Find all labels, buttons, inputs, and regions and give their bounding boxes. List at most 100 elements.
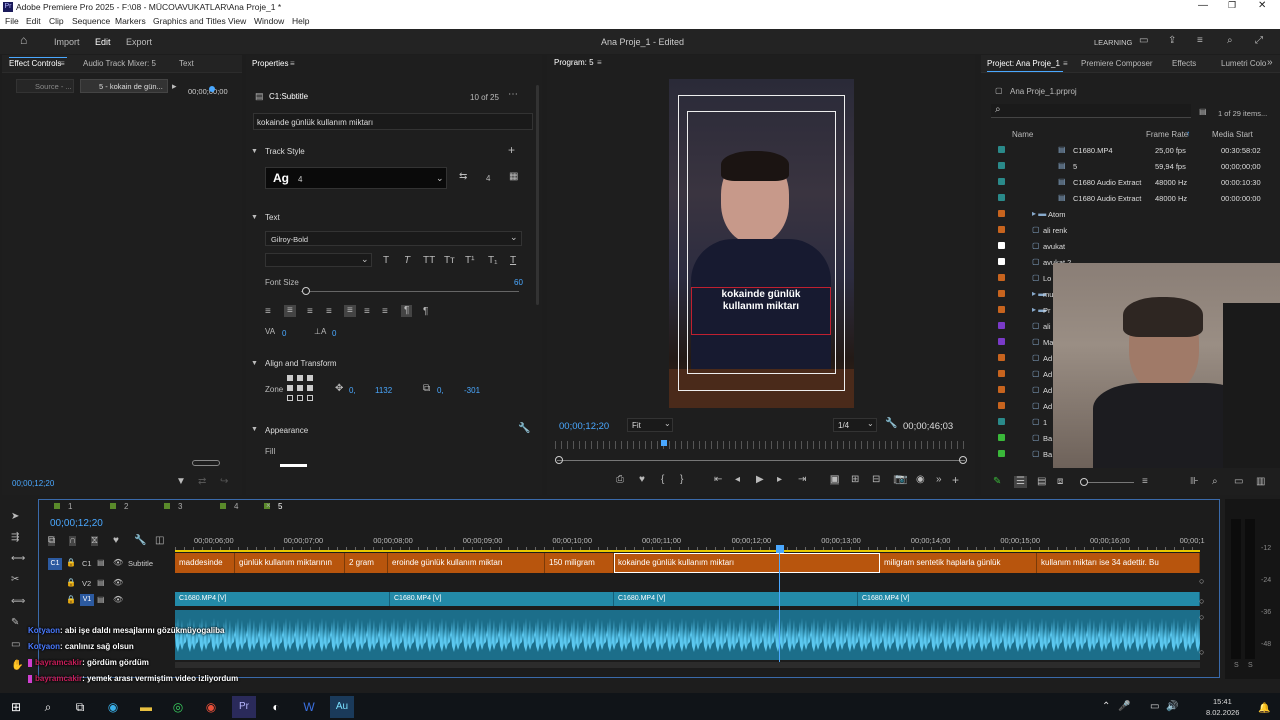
tab-project[interactable]: Project: Ana Proje_1	[987, 59, 1060, 68]
project-row[interactable]: ▤ C1680 Audio Extract 48000 Hz 00:00:00:00	[990, 190, 1270, 206]
search-icon[interactable]: ⌕	[36, 696, 60, 718]
caption-clip[interactable]: kullanım miktarı ise 34 adettir. Bu	[1037, 553, 1200, 573]
panel-menu-icon[interactable]: ≡	[597, 58, 602, 68]
search-bin-icon[interactable]: ⌕	[1212, 477, 1218, 487]
track-toggle-icon[interactable]: ○	[1199, 612, 1204, 622]
source-selector[interactable]: Source - ...	[16, 79, 74, 93]
justify-last-icon[interactable]: ≡	[364, 307, 370, 317]
play-icon[interactable]: ▶	[756, 475, 764, 485]
style-num[interactable]: 4	[486, 174, 490, 183]
menu-lines-icon[interactable]: ≡	[1197, 36, 1203, 46]
project-row[interactable]: ▢ avukat	[990, 238, 1270, 254]
sequence-tab[interactable]: 2	[124, 502, 128, 511]
explorer-icon[interactable]: ▬	[134, 696, 158, 718]
ripple-tool-icon[interactable]: ⟷	[11, 554, 25, 564]
freeform-view-icon[interactable]: ⧈	[1057, 477, 1063, 487]
font-weight-dropdown[interactable]: ⌄	[265, 253, 372, 267]
add-marker-icon[interactable]: ♥	[113, 536, 119, 546]
camera-icon[interactable]: 📷	[895, 475, 907, 485]
mark-in-icon[interactable]: {	[661, 475, 664, 485]
rtl-icon[interactable]: ¶	[423, 307, 428, 317]
panel-menu-icon[interactable]: ≡	[1063, 59, 1068, 69]
fill-color-swatch[interactable]	[280, 464, 307, 467]
snap-icon[interactable]: ∩	[69, 536, 77, 546]
play-audio-icon[interactable]: ▸	[172, 81, 177, 91]
offset-y[interactable]: -301	[464, 386, 480, 395]
more-icon[interactable]: ⋯	[508, 90, 518, 100]
caption-clip[interactable]: 2 gram	[345, 553, 388, 573]
audition-icon[interactable]: Au	[330, 696, 354, 718]
justify-center-icon[interactable]: ≡	[344, 305, 356, 317]
font-dropdown[interactable]: Gilroy-Bold ⌄	[265, 231, 522, 246]
offset-x[interactable]: 0,	[437, 386, 444, 395]
chevron-down-icon[interactable]: ▼	[251, 147, 258, 157]
label-color-swatch[interactable]	[998, 242, 1005, 249]
edge-icon[interactable]: ◉	[101, 696, 125, 718]
lock-icon[interactable]: 🔒	[66, 578, 76, 588]
label-color-swatch[interactable]	[998, 194, 1005, 201]
ltr-icon[interactable]: ¶	[401, 305, 413, 317]
justify-icon[interactable]: ≡	[326, 307, 332, 317]
fullscreen-icon[interactable]: ⤢	[1255, 36, 1263, 46]
label-color-swatch[interactable]	[998, 290, 1005, 297]
label-color-swatch[interactable]	[998, 178, 1005, 185]
menu-edit[interactable]: Edit	[26, 16, 41, 26]
menu-clip[interactable]: Clip	[49, 16, 64, 26]
step-forward-icon[interactable]: ▸	[777, 475, 782, 485]
list-view-icon[interactable]: ☰	[1014, 476, 1027, 488]
align-left-icon[interactable]: ≡	[265, 307, 271, 317]
align-center-icon[interactable]: ≡	[284, 305, 296, 317]
linked-selection-icon[interactable]: ⧖	[91, 536, 99, 546]
tab-import[interactable]: Import	[54, 37, 80, 47]
program-scrollbar[interactable]	[557, 460, 965, 461]
more-controls-icon[interactable]: »	[936, 475, 942, 485]
align-right-icon[interactable]: ≡	[307, 307, 313, 317]
rect-tool-icon[interactable]: ▭	[11, 640, 20, 650]
fit-dropdown[interactable]: Fit ⌄	[627, 418, 673, 432]
close-icon[interactable]: ×	[266, 501, 271, 510]
scroll-handle-right[interactable]	[959, 456, 967, 464]
marker-icon[interactable]: ♥	[639, 475, 645, 485]
extract-icon[interactable]: ⊟	[872, 475, 880, 485]
chrome-icon[interactable]: ◉	[199, 696, 223, 718]
style-dropdown[interactable]: Ag 4 ⌄	[265, 167, 447, 189]
whatsapp-icon[interactable]: ◎	[166, 696, 190, 718]
bold-icon[interactable]: T	[383, 256, 389, 266]
go-to-in-icon[interactable]: ⇤	[714, 475, 722, 485]
tab-audio-mixer[interactable]: Audio Track Mixer: 5	[83, 59, 156, 68]
tab-effect-controls[interactable]: Effect Controls	[9, 59, 61, 68]
lift-icon[interactable]: ⊞	[851, 475, 859, 485]
solo-button[interactable]: S	[1234, 662, 1239, 669]
caption-clip[interactable]: eroinde günlük kullanım miktarı	[388, 553, 545, 573]
timeline-scrollbar[interactable]	[175, 662, 1200, 668]
sequence-tab[interactable]: 3	[178, 502, 182, 511]
pen-tool-icon[interactable]: ✎	[11, 618, 19, 628]
project-row[interactable]: ▢ ali renk	[990, 222, 1270, 238]
lock-icon[interactable]: 🔒	[66, 558, 76, 568]
kerning-value[interactable]: 0	[332, 329, 336, 338]
eye-icon[interactable]: 👁	[113, 595, 123, 605]
tray-network-icon[interactable]: ▭	[1150, 702, 1159, 712]
word-icon[interactable]: W	[297, 696, 321, 718]
label-color-swatch[interactable]	[998, 210, 1005, 217]
label-color-swatch[interactable]	[998, 434, 1005, 441]
menu-graphics[interactable]: Graphics and Titles	[153, 16, 226, 26]
clock-date[interactable]: 8.02.2026	[1206, 708, 1239, 717]
wrench-icon[interactable]: 🔧	[518, 424, 530, 434]
menu-file[interactable]: File	[5, 16, 19, 26]
track-toggle-icon[interactable]: ○	[1199, 576, 1204, 586]
italic-icon[interactable]: T	[404, 256, 410, 266]
sort-icon[interactable]: ↑	[1186, 129, 1190, 139]
label-color-swatch[interactable]	[998, 162, 1005, 169]
track-toggle-icon[interactable]: ○	[1199, 596, 1204, 606]
export-frame-icon[interactable]: ⎙	[616, 475, 624, 485]
caption-clip[interactable]: 150 miligram	[545, 553, 614, 573]
caps-icon[interactable]: TT	[423, 256, 435, 266]
home-icon[interactable]: ⌂	[20, 34, 27, 46]
sort-icons-icon[interactable]: ≡	[1142, 477, 1148, 487]
captions-icon[interactable]: ◫	[155, 536, 164, 546]
nest-icon[interactable]: ⧉	[48, 536, 56, 546]
add-icon[interactable]: +	[508, 144, 515, 156]
tray-chevron-icon[interactable]: ⌃	[1102, 702, 1110, 712]
search-icon[interactable]: ⌕	[1227, 36, 1233, 46]
